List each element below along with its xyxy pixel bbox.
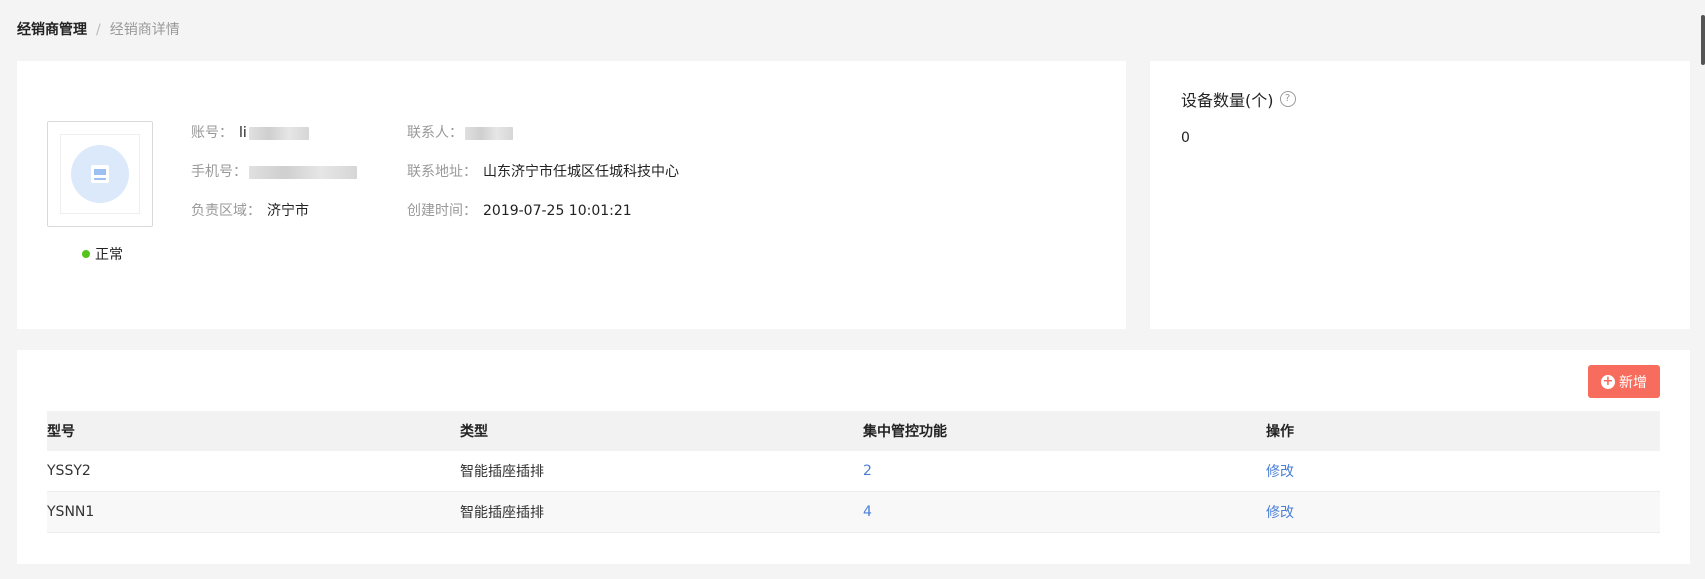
avatar [47,121,153,227]
address-value: 山东济宁市任城区任城科技中心 [483,164,679,180]
created-value: 2019-07-25 10:01:21 [483,203,632,219]
edit-link[interactable]: 修改 [1266,505,1294,521]
address-field: 联系地址： 山东济宁市任城区任城科技中心 [407,162,679,182]
device-icon [91,165,109,183]
contact-label: 联系人： [407,125,463,141]
scrollbar-handle[interactable] [1701,15,1705,65]
header-function: 集中管控功能 [863,424,947,440]
edit-link[interactable]: 修改 [1266,464,1294,480]
created-label: 创建时间： [407,203,477,219]
status-text: 正常 [95,247,123,263]
header-model: 型号 [47,424,75,440]
table-row: YSSY2 智能插座插排 2 修改 [47,451,1660,492]
cell-model: YSNN1 [47,504,95,520]
account-field: 账号： li [191,123,309,143]
dealer-info-card: 正常 账号： li 手机号： 负责区域： 济宁市 联系人： 联系地址： 山东济宁市任城… [17,61,1126,329]
table-row: YSNN1 智能插座插排 4 修改 [47,492,1660,533]
phone-field: 手机号： [191,162,357,182]
account-label: 账号： [191,125,233,141]
table-header: 型号 类型 集中管控功能 操作 [47,411,1660,451]
model-table-card: + 新增 型号 类型 集中管控功能 操作 YSSY2 智能插座插排 2 修改 Y… [17,350,1690,564]
device-count-card: 设备数量(个) ? 0 [1150,61,1690,329]
cell-function-link[interactable]: 2 [863,463,872,479]
address-label: 联系地址： [407,164,477,180]
status-dot [82,250,90,258]
cell-type: 智能插座插排 [460,505,544,521]
device-count: 0 [1181,130,1190,146]
masked-value [249,165,357,179]
contact-field: 联系人： [407,123,513,143]
model-table: 型号 类型 集中管控功能 操作 YSSY2 智能插座插排 2 修改 YSNN1 … [47,411,1660,533]
account-value: li [239,125,247,141]
masked-value [465,126,513,140]
device-title-text: 设备数量(个) [1181,91,1274,110]
breadcrumb: 经销商管理 / 经销商详情 [17,20,180,40]
breadcrumb-parent[interactable]: 经销商管理 [17,20,87,40]
add-button-label: 新增 [1619,374,1647,391]
header-action: 操作 [1266,424,1294,440]
breadcrumb-separator: / [96,22,101,38]
cell-model: YSSY2 [47,463,91,479]
cell-type: 智能插座插排 [460,464,544,480]
help-icon[interactable]: ? [1279,91,1296,107]
header-type: 类型 [460,424,488,440]
device-title: 设备数量(个) ? [1181,87,1296,111]
phone-label: 手机号： [191,164,247,180]
created-field: 创建时间： 2019-07-25 10:01:21 [407,201,632,221]
cell-function-link[interactable]: 4 [863,504,872,520]
region-label: 负责区域： [191,203,261,219]
avatar-circle [71,145,129,203]
status-badge: 正常 [82,244,123,264]
breadcrumb-current: 经销商详情 [109,22,180,38]
region-field: 负责区域： 济宁市 [191,201,309,221]
region-value: 济宁市 [267,203,309,219]
plus-icon: + [1601,373,1615,389]
masked-value [248,126,309,140]
add-button[interactable]: + 新增 [1588,365,1660,398]
